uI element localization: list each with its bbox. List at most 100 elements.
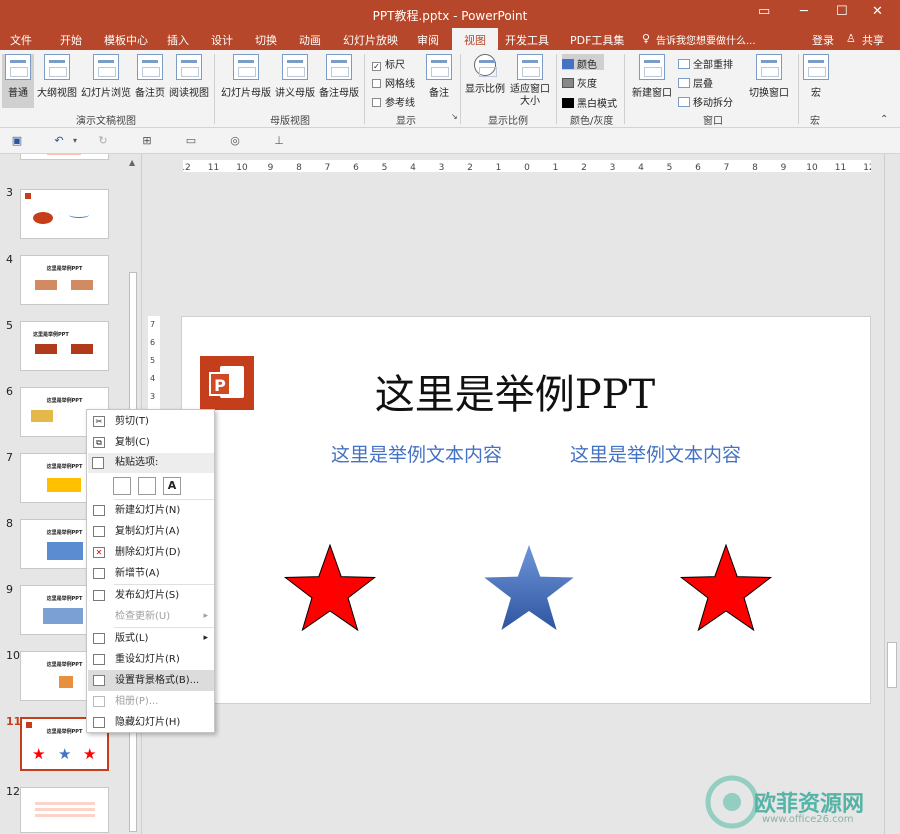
ruler-tick-label: 7 [724,163,730,172]
handout-master-button[interactable]: 讲义母版 [274,54,316,99]
paste-text-only-icon[interactable]: A [163,477,181,495]
tab-developer[interactable]: 开发工具 [505,32,549,48]
menu-item-copy[interactable]: ⧉ 复制(C) [88,432,214,453]
slide-thumbnail[interactable] [20,189,109,239]
color-option[interactable]: 颜色 [562,54,604,71]
slide-thumbnail[interactable] [20,787,109,833]
menu-item-reset-slide[interactable]: 重设幻灯片(R) [88,649,214,670]
fit-to-window-button[interactable]: 适应窗口大小 [508,54,552,108]
submenu-arrow-icon: ▸ [203,633,208,643]
tab-transitions[interactable]: 切换 [255,32,277,48]
slide-thumbnail[interactable] [20,154,109,160]
clipboard-icon [92,457,104,469]
tab-insert[interactable]: 插入 [167,32,189,48]
menu-item-duplicate-slide[interactable]: 复制幻灯片(A) [88,521,214,542]
tab-view[interactable]: 视图 [452,28,498,50]
close-icon[interactable]: ✕ [872,4,883,19]
slide-sorter-button[interactable]: 幻灯片浏览 [81,54,131,99]
grayscale-option[interactable]: 灰度 [562,75,597,90]
present-icon[interactable]: ⊥ [272,134,286,148]
slide-title[interactable]: 这里是举例PPT [260,362,770,420]
redo-icon[interactable]: ↻ [96,134,110,148]
minimize-icon[interactable]: ─ [800,4,808,19]
tab-slideshow[interactable]: 幻灯片放映 [343,32,398,48]
tab-animations[interactable]: 动画 [299,32,321,48]
scroll-up-icon[interactable]: ▲ [129,158,135,167]
slide-sorter-icon [93,54,119,80]
person-icon: ♙ [846,32,856,45]
ribbon: 普通 大纲视图 幻灯片浏览 备注页 阅读视图 演示文稿视图 幻灯片母版 讲义母版… [0,50,900,128]
save-icon[interactable]: ▣ [10,134,24,148]
outline-view-button[interactable]: 大纲视图 [36,54,78,99]
red-star-shape-left[interactable] [280,544,380,632]
menu-item-photo-album[interactable]: 相册(P)... [88,691,214,712]
tell-me-box[interactable]: 告诉我您想要做什么... [656,32,756,47]
switch-windows-button[interactable]: 切换窗口 [746,54,792,99]
dialog-launcher-icon[interactable]: ↘ [451,112,458,121]
menu-item-add-section[interactable]: 新增节(A) [88,563,214,584]
notes-button[interactable]: 备注 [424,54,454,99]
new-window-button[interactable]: 新建窗口 [630,54,674,99]
ruler-tick-label: 5 [382,163,388,172]
photo-album-icon [93,696,105,707]
slide-thumbnail[interactable]: 这里是举例PPT [20,321,109,371]
tab-file[interactable]: 文件 [10,32,32,48]
arrange-all-button[interactable]: 全部重排 [678,56,733,71]
watermark-logo-icon [705,775,759,829]
menu-item-format-background[interactable]: 设置背景格式(B)... [88,670,214,691]
scrollbar-thumb[interactable] [887,642,897,688]
slide-master-button[interactable]: 幻灯片母版 [220,54,272,99]
paste-destination-theme-icon[interactable] [113,477,131,495]
gridlines-checkbox[interactable]: 网格线 [372,75,415,90]
red-star-shape-right[interactable] [676,544,776,632]
undo-icon[interactable]: ↶ [52,134,66,148]
menu-item-hide-slide[interactable]: 隐藏幻灯片(H) [88,712,214,733]
zoom-button[interactable]: 显示比例 [464,54,506,95]
menu-item-cut[interactable]: ✂ 剪切(T) [88,411,214,432]
menu-item-new-slide[interactable]: 新建幻灯片(N) [88,500,214,521]
cascade-button[interactable]: 层叠 [678,75,713,90]
menu-item-publish-slides[interactable]: 发布幻灯片(S) [88,585,214,606]
new-slide-icon [93,505,105,516]
normal-view-button[interactable]: 普通 [2,54,34,108]
paste-keep-source-icon[interactable] [138,477,156,495]
star-shape[interactable] [484,545,574,630]
menu-item-delete-slide[interactable]: ✕ 删除幻灯片(D) [88,542,214,563]
slideshow-icon[interactable]: ◎ [228,134,242,148]
ruler-tick-label: 4 [410,163,416,172]
login-link[interactable]: 登录 [812,32,834,48]
black-white-option[interactable]: 黑白模式 [562,95,617,110]
ruler-checkbox[interactable]: ✓ 标尺 [372,56,405,71]
collapse-ribbon-icon[interactable]: ⌃ [880,114,888,125]
slide-scrollbar[interactable] [884,154,900,834]
slide-text-right[interactable]: 这里是举例文本内容 [570,440,741,467]
tab-home[interactable]: 开始 [60,32,82,48]
text-box-icon[interactable]: ▭ [184,134,198,148]
tab-pdf-tools[interactable]: PDF工具集 [570,32,624,48]
move-split-button[interactable]: 移动拆分 [678,94,733,109]
star-shape[interactable] [679,544,773,632]
maximize-icon[interactable]: ☐ [836,4,848,19]
menu-item-layout[interactable]: 版式(L) ▸ [88,628,214,649]
ruler-tick-label: 12 [183,163,191,172]
reading-view-button[interactable]: 阅读视图 [168,54,210,99]
tab-review[interactable]: 审阅 [417,32,439,48]
share-button[interactable]: 共享 [862,32,884,48]
notes-page-button[interactable]: 备注页 [134,54,166,99]
new-slide-icon[interactable]: ⊞ [140,134,154,148]
restore-icon[interactable]: ▭ [758,4,770,19]
star-shape[interactable] [283,544,377,632]
group-label-window: 窗口 [703,116,723,127]
ruler-tick-label: 6 [353,163,359,172]
macros-button[interactable]: 宏 [802,54,830,99]
blue-star-shape[interactable] [479,544,579,632]
slide-thumbnail[interactable]: 这里是举例PPT [20,255,109,305]
slide-text-left[interactable]: 这里是举例文本内容 [331,440,502,467]
tab-design[interactable]: 设计 [211,32,233,48]
guides-checkbox[interactable]: 参考线 [372,94,415,109]
notes-master-button[interactable]: 备注母版 [318,54,360,99]
reset-slide-icon [93,654,105,665]
undo-dropdown-icon[interactable]: ▾ [68,134,82,148]
tab-template-center[interactable]: 模板中心 [104,32,148,48]
menu-item-check-updates[interactable]: 检查更新(U) ▸ [88,606,214,627]
